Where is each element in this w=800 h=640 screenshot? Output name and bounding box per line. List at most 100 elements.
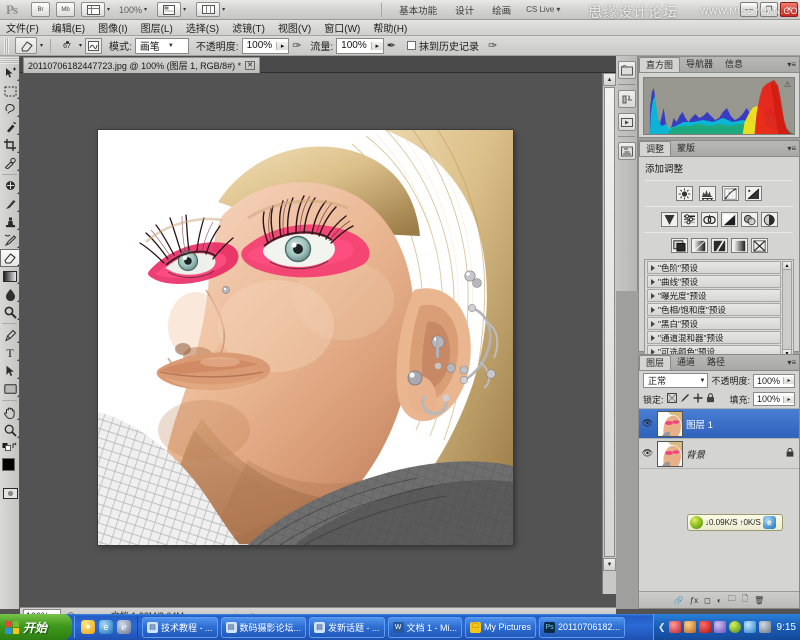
mini-bridge-panel-icon[interactable]	[618, 61, 636, 79]
preset-expand-icon[interactable]	[651, 279, 655, 285]
brush-preset-chevron-down-icon[interactable]: ▾	[79, 42, 82, 49]
download-icon[interactable]	[729, 621, 741, 633]
airbrush-icon[interactable]: ✒	[387, 39, 396, 52]
adjustment-presets-list[interactable]: "色阶"预设 "曲线"预设 "曝光度"预设 "色相/饱和度"预设 "黑白"预设	[644, 259, 794, 360]
layer-style-icon[interactable]: ƒx	[690, 596, 698, 605]
close-button[interactable]: ✕	[780, 2, 798, 17]
clone-stamp-tool[interactable]	[0, 213, 20, 231]
workspace-essentials[interactable]: 基本功能	[399, 3, 437, 17]
black-white-icon[interactable]	[721, 212, 738, 227]
lasso-tool[interactable]	[0, 100, 20, 118]
lock-all-icon[interactable]	[706, 393, 715, 405]
scroll-down-arrow-icon[interactable]: ▼	[603, 558, 616, 571]
presets-scroll-up-icon[interactable]: ▲	[783, 262, 791, 270]
gradient-tool[interactable]	[0, 267, 20, 285]
histogram-cache-warning-icon[interactable]: ⚠	[784, 80, 791, 89]
color-swatches[interactable]	[0, 456, 19, 486]
opacity-input[interactable]: 100% ▸	[242, 38, 290, 54]
task-photo-forum[interactable]: ▤数码摄影论坛...	[221, 617, 307, 638]
rectangle-flyout-icon[interactable]	[17, 395, 19, 397]
vertical-scroll-thumb[interactable]	[604, 87, 615, 557]
monitor-icon[interactable]	[759, 621, 771, 633]
layer-fill-chevron-icon[interactable]: ▸	[783, 396, 794, 403]
adjustments-panel-menu-icon[interactable]: ▾≡	[787, 144, 796, 153]
invert-icon[interactable]	[671, 238, 688, 253]
healing-flyout-icon[interactable]	[17, 192, 19, 194]
crop-flyout-icon[interactable]	[17, 151, 19, 153]
document-close-icon[interactable]: ✕	[245, 61, 255, 70]
canvas-vertical-scrollbar[interactable]: ▲ ▼	[602, 73, 616, 594]
exposure-icon[interactable]	[745, 186, 762, 201]
photo-filter-icon[interactable]	[741, 212, 758, 227]
brush-panel-toggle-icon[interactable]	[85, 38, 102, 54]
menu-layer[interactable]: 图层(L)	[141, 20, 173, 35]
tab-masks[interactable]: 蒙版	[671, 141, 701, 156]
add-layer-mask-icon[interactable]: ◻	[704, 596, 711, 605]
security-icon[interactable]	[684, 621, 696, 633]
preset-expand-icon[interactable]	[651, 335, 655, 341]
zoom-tool[interactable]	[0, 421, 20, 439]
preset-levels[interactable]: "色阶"预设	[647, 261, 781, 274]
actions-panel-icon[interactable]	[618, 113, 636, 131]
posterize-icon[interactable]	[691, 238, 708, 253]
opacity-pressure-icon[interactable]: ✑	[292, 39, 301, 52]
kingsoft-icon[interactable]	[699, 621, 711, 633]
crop-tool[interactable]	[0, 136, 20, 154]
brush-tool[interactable]	[0, 195, 20, 213]
lasso-flyout-icon[interactable]	[17, 115, 19, 117]
default-colors-swap[interactable]	[0, 439, 20, 453]
layer-name[interactable]: 背景	[686, 447, 705, 461]
brightness-contrast-icon[interactable]	[676, 186, 693, 201]
hand-flyout-icon[interactable]	[17, 418, 19, 420]
usb-icon[interactable]	[714, 621, 726, 633]
clone-stamp-flyout-icon[interactable]	[17, 228, 19, 230]
mode-select[interactable]: 画笔 ▼	[135, 38, 189, 54]
hue-saturation-icon[interactable]	[681, 212, 698, 227]
vibrance-icon[interactable]	[661, 212, 678, 227]
menu-filter[interactable]: 滤镜(T)	[232, 20, 265, 35]
dodge-tool[interactable]	[0, 303, 20, 321]
screen-mode-icon[interactable]	[157, 2, 181, 17]
layer-thumbnail[interactable]	[657, 411, 683, 437]
link-layers-icon[interactable]: 🔗	[674, 596, 684, 605]
layer-visibility-eye-icon[interactable]: 👁	[641, 448, 654, 459]
tab-adjustments[interactable]: 调整	[639, 141, 671, 156]
levels-icon[interactable]	[699, 186, 716, 201]
start-button[interactable]: 开始	[0, 614, 72, 640]
preset-expand-icon[interactable]	[651, 321, 655, 327]
zoom-flyout-icon[interactable]	[17, 436, 19, 438]
new-fill-adjustment-layer-icon[interactable]: ◐	[717, 596, 722, 605]
preset-curves[interactable]: "曲线"预设	[647, 275, 781, 288]
layer-opacity-chevron-icon[interactable]: ▸	[783, 377, 794, 384]
restore-button[interactable]: ❐	[760, 2, 778, 17]
menu-view[interactable]: 视图(V)	[278, 20, 311, 35]
minimize-button[interactable]: —	[740, 2, 758, 17]
task-my-pictures[interactable]: 🗀My Pictures	[465, 617, 536, 638]
history-panel-icon[interactable]	[618, 90, 636, 108]
move-tool-flyout-icon[interactable]	[17, 79, 19, 81]
channel-mixer-icon[interactable]	[761, 212, 778, 227]
flow-input[interactable]: 100% ▸	[336, 38, 384, 54]
show-desktop-icon[interactable]: ✦	[81, 620, 95, 634]
arrange-documents-icon[interactable]	[196, 2, 220, 17]
preset-black-white[interactable]: "黑白"预设	[647, 317, 781, 330]
layer-visibility-eye-ic[interactable]: 👁	[641, 418, 654, 429]
task-word-doc[interactable]: W文档 1 - Mi...	[388, 617, 463, 638]
scroll-up-arrow-icon[interactable]: ▲	[603, 73, 616, 86]
pen-tool[interactable]	[0, 326, 20, 344]
eraser-tool-icon[interactable]	[15, 37, 37, 54]
menu-image[interactable]: 图像(I)	[98, 20, 127, 35]
menu-edit[interactable]: 编辑(E)	[52, 20, 85, 35]
task-new-topic[interactable]: ▤发新话题 - ...	[309, 617, 385, 638]
eraser-tool[interactable]	[0, 249, 20, 267]
zoom-chevron-down-icon[interactable]: ▾	[144, 6, 147, 13]
layers-panel-menu-icon[interactable]: ▾≡	[787, 358, 796, 367]
delete-layer-icon[interactable]: 🗑	[754, 596, 764, 605]
lock-transparency-icon[interactable]	[667, 393, 677, 405]
options-bar-grip[interactable]	[4, 38, 9, 54]
internet-explorer-icon[interactable]: e	[763, 516, 776, 529]
preset-expand-icon[interactable]	[651, 265, 655, 271]
cs-live-button[interactable]: CS Live ▾	[526, 5, 560, 14]
document-tab[interactable]: 20110706182447723.jpg @ 100% (图层 1, RGB/…	[23, 57, 260, 73]
menu-select[interactable]: 选择(S)	[186, 20, 219, 35]
